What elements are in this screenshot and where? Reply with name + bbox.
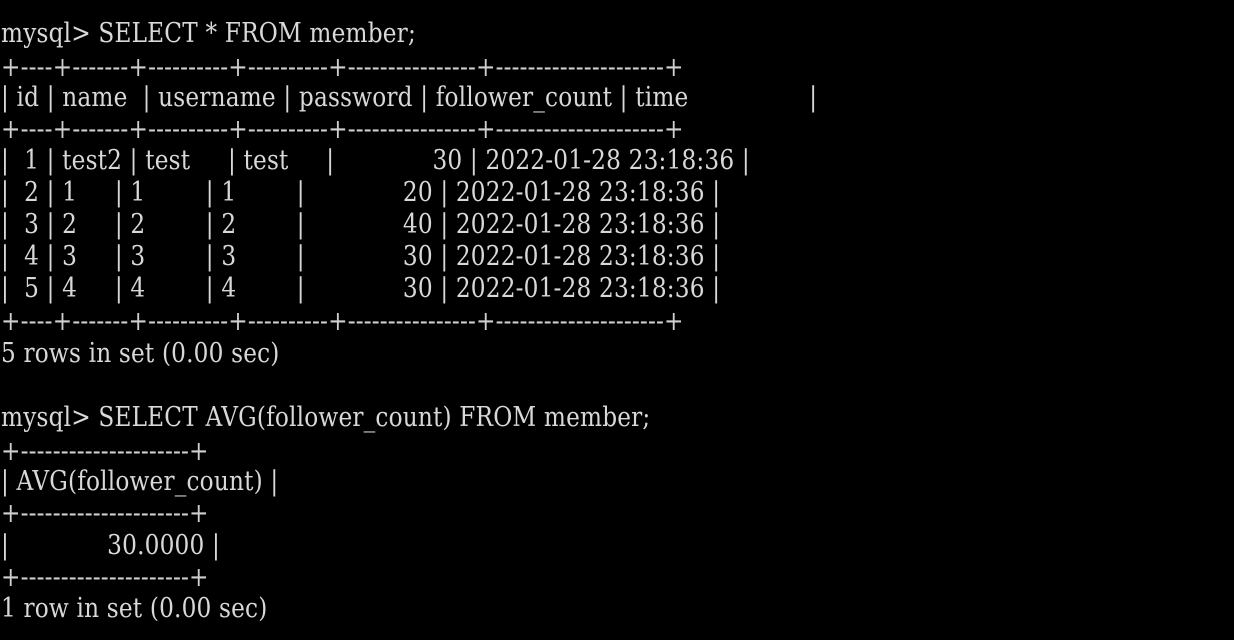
avg-table-border-header: +---------------------+ [1,498,209,529]
prompt-line-2: mysql> SELECT AVG(follower_count) FROM m… [1,402,651,433]
table-row-4: | 4 | 3 | 3 | 3 | 30 | 2022-01-28 23:18:… [1,241,721,272]
table-border-bottom: +----+-------+----------+----------+----… [1,306,684,337]
avg-table-header-row: | AVG(follower_count) | [1,466,279,497]
prompt-line-1: mysql> SELECT * FROM member; [1,18,416,49]
table-row-3: | 3 | 2 | 2 | 2 | 40 | 2022-01-28 23:18:… [1,209,721,240]
table-row-2: | 2 | 1 | 1 | 1 | 20 | 2022-01-28 23:18:… [1,177,721,208]
table-header-row: | id | name | username | password | foll… [1,82,818,113]
result-status-1: 5 rows in set (0.00 sec) [1,338,280,369]
table-border-header: +----+-------+----------+----------+----… [1,114,684,145]
table-row-1: | 1 | test2 | test | test | 30 | 2022-01… [1,145,750,176]
avg-table-border-bottom: +---------------------+ [1,562,209,593]
terminal-window[interactable]: mysql> SELECT * FROM member; +----+-----… [0,0,1234,640]
table-border-top: +----+-------+----------+----------+----… [1,52,684,83]
result-status-2: 1 row in set (0.00 sec) [1,593,268,624]
avg-table-value-row: | 30.0000 | [1,530,220,561]
table-row-5: | 5 | 4 | 4 | 4 | 30 | 2022-01-28 23:18:… [1,273,721,304]
avg-table-border-top: +---------------------+ [1,436,209,467]
